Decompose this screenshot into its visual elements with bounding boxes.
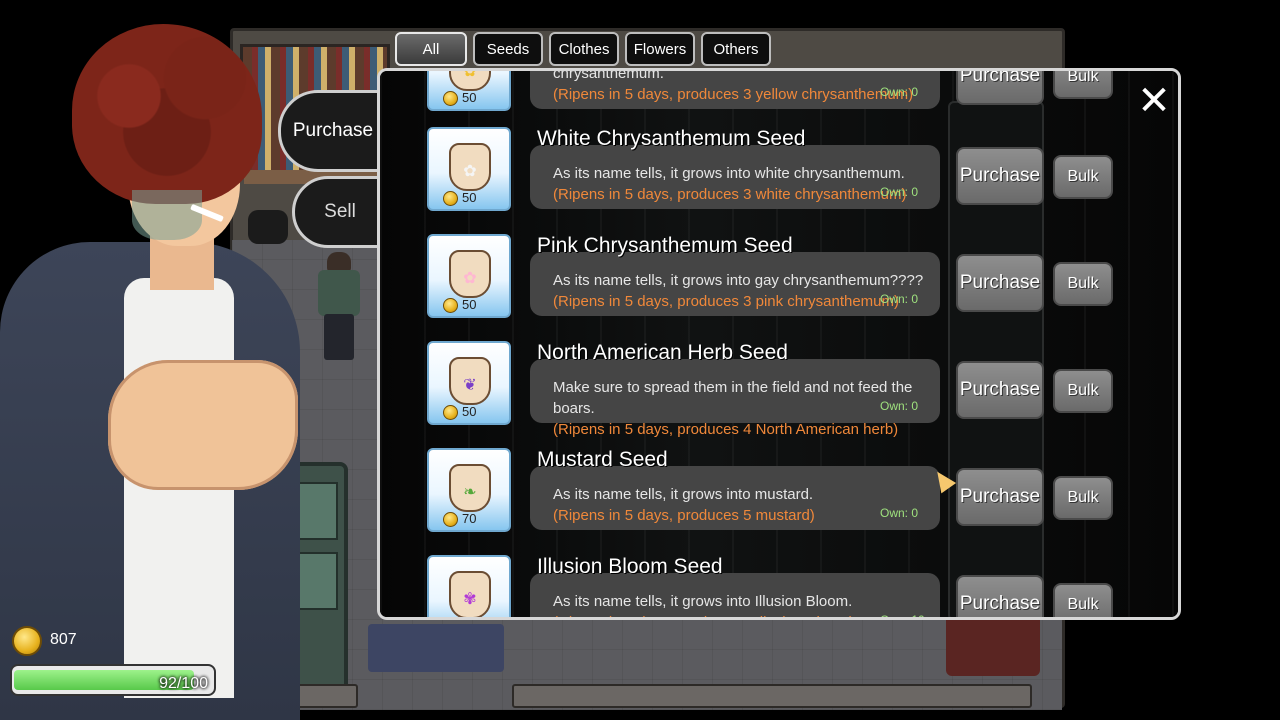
floor-mat (368, 624, 504, 672)
health-value: 92/100 (159, 675, 208, 692)
item-ripens-text: (Ripens in 5 days, produces 4 North Amer… (553, 421, 899, 438)
item-description: As its name tells, it grows into white c… (553, 163, 933, 205)
item-title: Mustard Seed (537, 448, 668, 471)
bulk-button[interactable]: Bulk (1053, 583, 1113, 617)
health-bar: 92/100 (10, 664, 216, 696)
owned-count: Own: 0 (880, 506, 919, 520)
item-title: Pink Chrysanthemum Seed (537, 234, 793, 257)
seed-item-icon[interactable]: ✿ 50 (427, 234, 511, 318)
owned-count: Own: 0 (880, 185, 919, 199)
shop-item-row: ✿ 50 White Chrysanthemum Seed As its nam… (380, 127, 1178, 234)
bulk-button[interactable]: Bulk (1053, 476, 1113, 520)
player-character-portrait (0, 20, 300, 720)
tab-all[interactable]: All (395, 32, 467, 66)
owned-count: Own: 10 (880, 613, 925, 620)
item-title: White Chrysanthemum Seed (537, 127, 806, 150)
item-price: 50 (462, 90, 477, 105)
purchase-button[interactable]: Purchase (956, 468, 1044, 526)
purchase-button[interactable]: Purchase (956, 147, 1044, 205)
shop-item-row: ✿ 50 Pink Chrysanthemum Seed As its name… (380, 234, 1178, 341)
seed-plant-icon: ✿ (463, 161, 477, 180)
gold-coin-icon (12, 626, 42, 656)
item-ripens-text: (Ripens in 5 days, produces 3 yellow chr… (553, 86, 914, 103)
item-price: 50 (462, 404, 477, 419)
item-price: 50 (462, 297, 477, 312)
shopkeeper-npc (314, 252, 364, 360)
coin-icon (443, 191, 458, 206)
coin-icon (443, 298, 458, 313)
bulk-button[interactable]: Bulk (1053, 369, 1113, 413)
seed-plant-icon: ✾ (463, 589, 477, 608)
coin-icon (443, 405, 458, 420)
item-description-text: Make sure to spread them in the field an… (553, 379, 913, 417)
shop-item-row: ✾ Illusion Bloom Seed As its name tells,… (380, 555, 1178, 620)
item-description-text: As its name tells, it grows into white c… (553, 165, 905, 182)
seed-item-icon[interactable]: ✿ 50 (427, 68, 511, 111)
item-title: North American Herb Seed (537, 341, 788, 364)
seed-item-icon[interactable]: ❧ 70 (427, 448, 511, 532)
shop-list-panel: ✕ ✿ 50 chrysanthemum. (Ripens in 5 days,… (377, 68, 1181, 620)
item-ripens-text: (Ripens in 5 days, produces 3 white chry… (553, 186, 907, 203)
floor-bench (512, 684, 1032, 708)
purchase-button[interactable]: Purchase (956, 71, 1044, 105)
item-description: Make sure to spread them in the field an… (553, 377, 933, 440)
purchase-mode-button[interactable]: Purchase (278, 90, 388, 172)
shop-item-row: ❦ 50 North American Herb Seed Make sure … (380, 341, 1178, 448)
item-description-text: As its name tells, it grows into Illusio… (553, 593, 853, 610)
item-ripens-text: (Ripens in 5 days, produces 5 mustard) (553, 507, 815, 524)
coin-icon (443, 512, 458, 527)
owned-count: Own: 0 (880, 85, 919, 99)
bulk-button[interactable]: Bulk (1053, 71, 1113, 99)
shop-item-row: ❧ 70 Mustard Seed As its name tells, it … (380, 448, 1178, 555)
tab-flowers[interactable]: Flowers (625, 32, 695, 66)
item-description: chrysanthemum. (Ripens in 5 days, produc… (553, 68, 933, 105)
seed-plant-icon: ❦ (463, 375, 477, 394)
seed-item-icon[interactable]: ❦ 50 (427, 341, 511, 425)
item-price: 50 (462, 190, 477, 205)
bulk-button[interactable]: Bulk (1053, 262, 1113, 306)
gold-amount: 807 (50, 631, 77, 648)
seed-item-icon[interactable]: ✾ (427, 555, 511, 617)
coin-icon (443, 91, 458, 106)
seed-plant-icon: ✿ (463, 68, 477, 80)
bulk-button[interactable]: Bulk (1053, 155, 1113, 199)
item-description-text: chrysanthemum. (553, 68, 664, 82)
seed-plant-icon: ❧ (463, 482, 477, 501)
owned-count: Own: 0 (880, 292, 919, 306)
purchase-button[interactable]: Purchase (956, 361, 1044, 419)
seed-plant-icon: ✿ (463, 268, 477, 287)
shop-item-row: ✿ 50 chrysanthemum. (Ripens in 5 days, p… (380, 68, 1178, 134)
purchase-button[interactable]: Purchase (956, 575, 1044, 617)
item-description: As its name tells, it grows into mustard… (553, 484, 933, 526)
item-description: As its name tells, it grows into Illusio… (553, 591, 933, 617)
tab-seeds[interactable]: Seeds (473, 32, 543, 66)
item-ripens-text: (Ripens in 5 days, produces 3 pink chrys… (553, 293, 899, 310)
tab-others[interactable]: Others (701, 32, 771, 66)
sell-mode-button[interactable]: Sell (292, 176, 388, 248)
item-title: Illusion Bloom Seed (537, 555, 723, 578)
item-price: 70 (462, 511, 477, 526)
seed-item-icon[interactable]: ✿ 50 (427, 127, 511, 211)
item-description-text: As its name tells, it grows into mustard… (553, 486, 814, 503)
category-tabs: All Seeds Clothes Flowers Others (395, 32, 771, 68)
item-description: As its name tells, it grows into gay chr… (553, 270, 933, 312)
item-description-text: As its name tells, it grows into gay chr… (553, 272, 924, 289)
red-cabinet (946, 612, 1040, 676)
item-ripens-text: (Ripens in 6 days, produces 3 Illusion B… (553, 614, 854, 617)
purchase-button[interactable]: Purchase (956, 254, 1044, 312)
owned-count: Own: 0 (880, 399, 919, 413)
tab-clothes[interactable]: Clothes (549, 32, 619, 66)
